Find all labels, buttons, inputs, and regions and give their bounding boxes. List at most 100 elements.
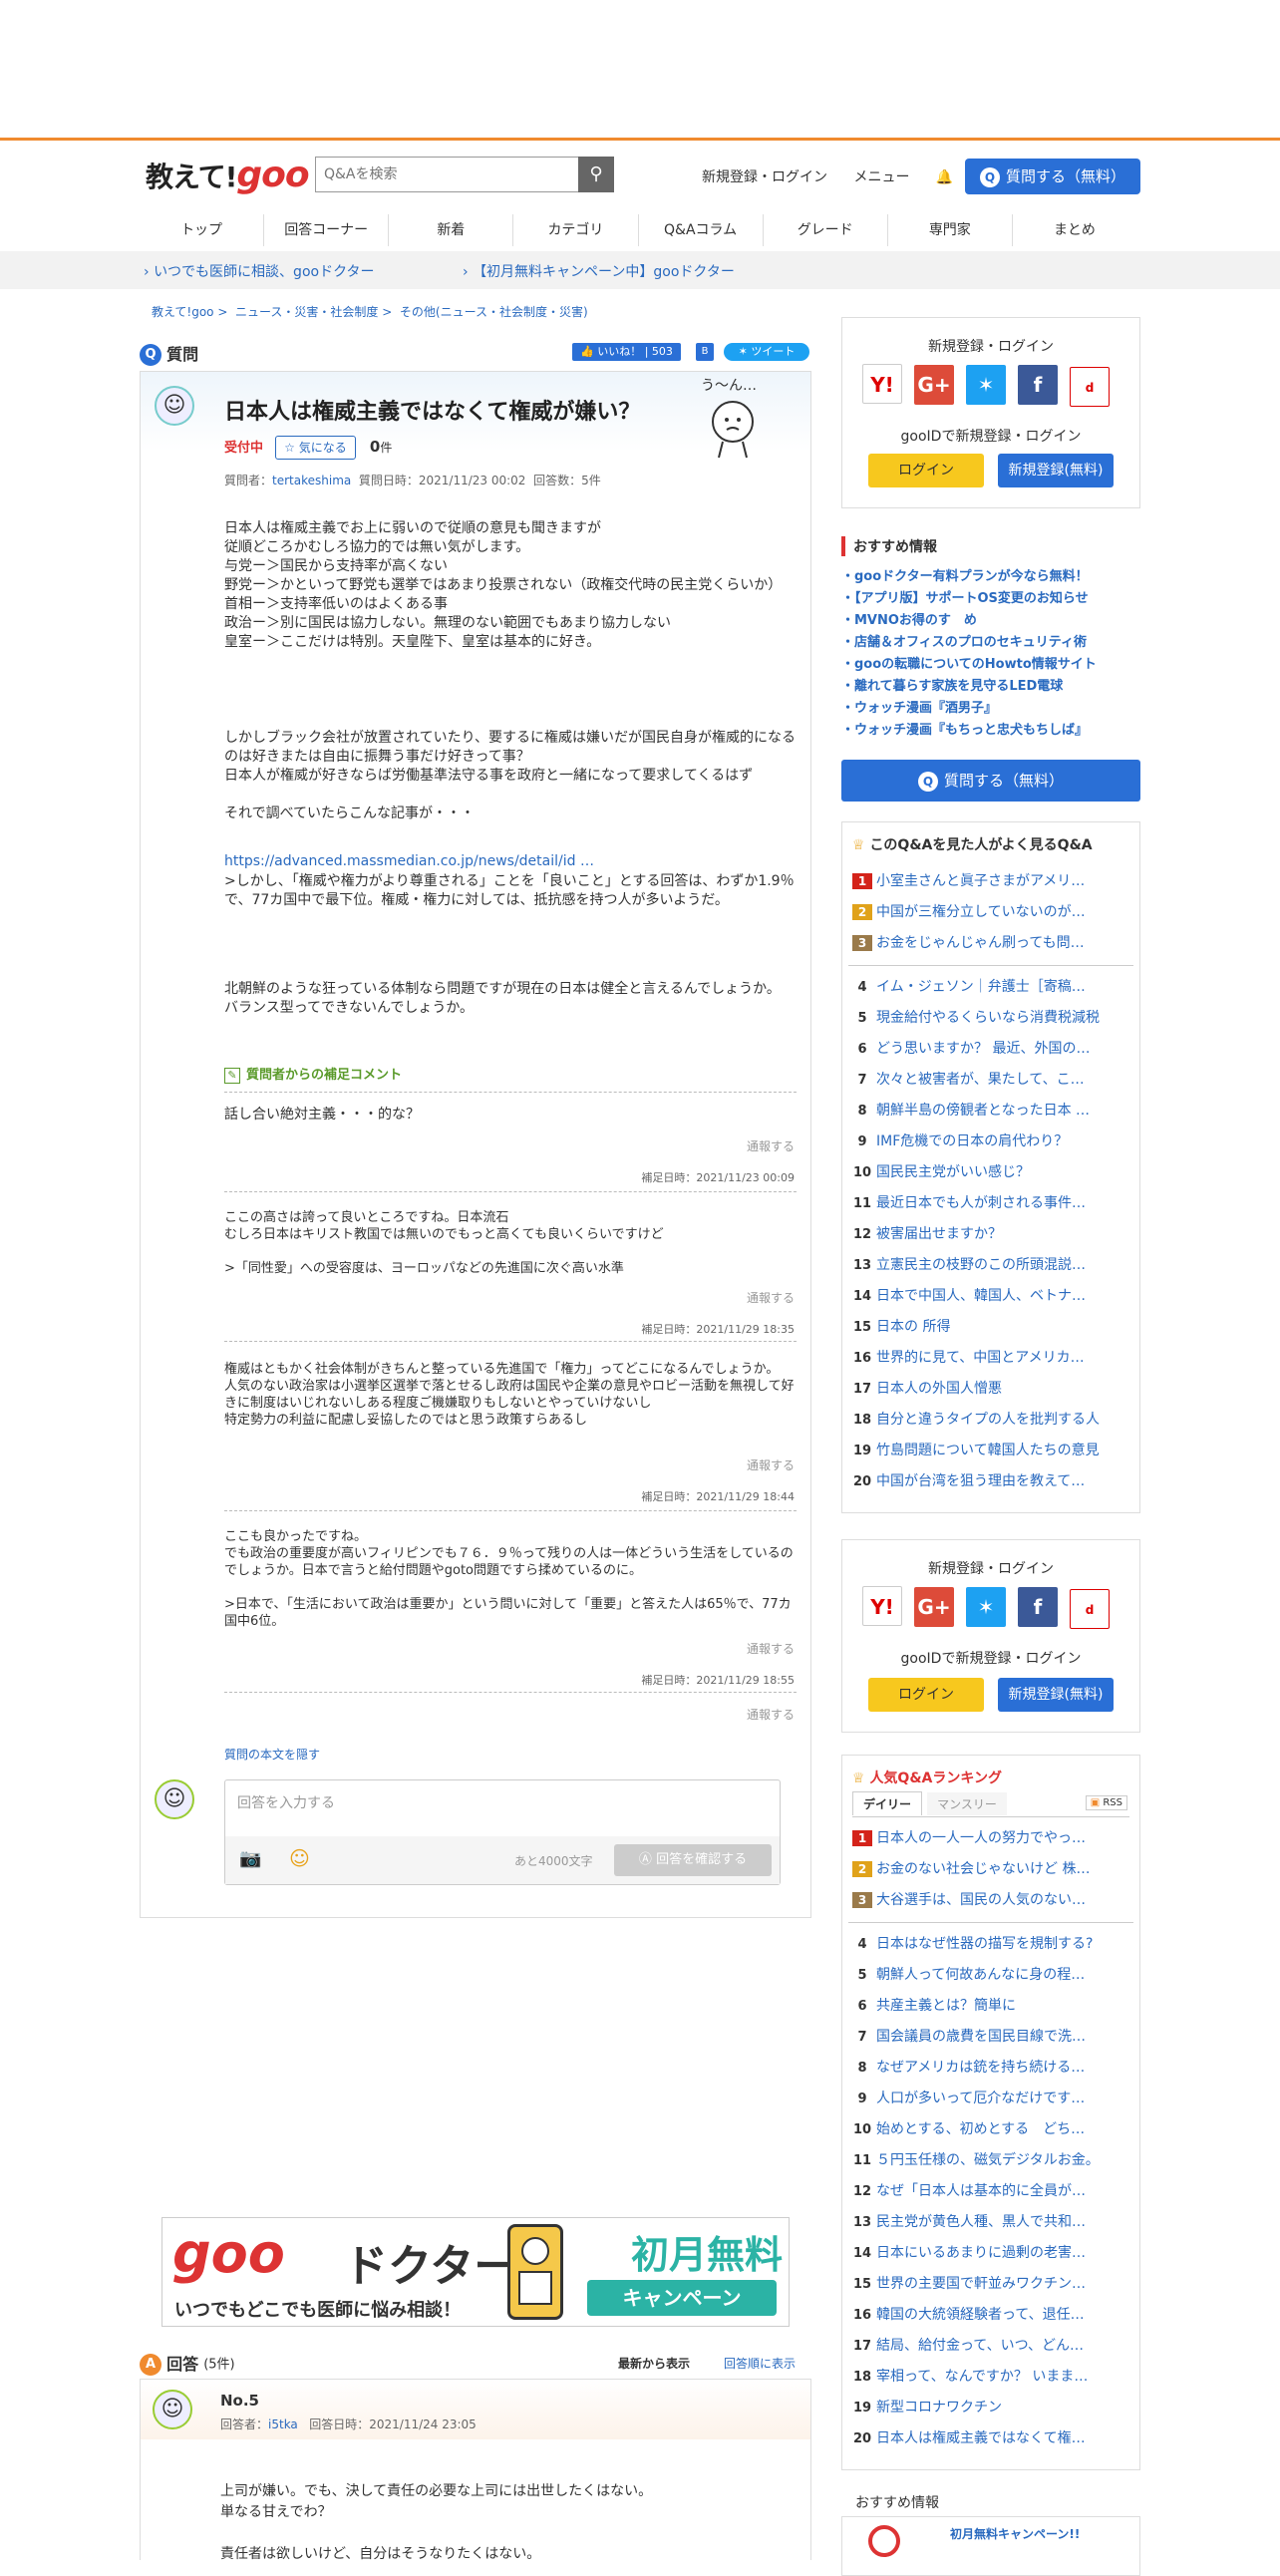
rank-item[interactable]: 14 日本で中国人、韓国人、ベトナ… <box>848 1281 1133 1312</box>
report-link[interactable]: 通報する <box>747 1640 795 1657</box>
rank-item[interactable]: 5 現金給付やるくらいなら消費税減税 <box>848 1003 1133 1034</box>
avatar[interactable]: ☺ <box>153 2390 192 2429</box>
rank-item[interactable]: 1 日本人の一人一人の努力でやっ… <box>848 1823 1133 1854</box>
sidebar-ask-button[interactable]: Q 質問する（無料） <box>841 760 1140 802</box>
answerer-link[interactable]: i5tka <box>268 2417 298 2431</box>
rank-item[interactable]: 9 人口が多いって厄介なだけです… <box>848 2084 1133 2114</box>
rank-item[interactable]: 2 中国が三権分立していないのが… <box>848 897 1133 928</box>
avatar[interactable]: ☺ <box>155 386 194 426</box>
rank-item[interactable]: 6 共産主義とは？簡単に <box>848 1991 1133 2022</box>
question-link[interactable]: https://advanced.massmedian.co.jp/news/d… <box>224 852 797 871</box>
register-button[interactable]: 新規登録(無料) <box>998 454 1114 487</box>
rank-item[interactable]: 19 竹島問題について韓国人たちの意見 <box>848 1436 1133 1466</box>
recommend-item[interactable]: ・店舗＆オフィスのプロのセキュリティ術 <box>841 632 1140 654</box>
rank-item[interactable]: 4 イム・ジェソン｜弁護士［寄稿… <box>848 972 1133 1003</box>
rank-item[interactable]: 11 ５円玉任様の、磁気デジタルお金。 <box>848 2145 1133 2176</box>
site-logo[interactable]: 教えて!goo <box>146 155 310 195</box>
rank-item[interactable]: 10 始めとする、初めとする どち… <box>848 2114 1133 2145</box>
recommend-item[interactable]: ・ウォッチ漫画『酒男子』 <box>841 698 1140 720</box>
recommend-item[interactable]: ・【アプリ版】サポートOS変更のお知らせ <box>841 588 1140 610</box>
twitter-icon[interactable]: ✶ <box>966 1587 1006 1627</box>
rank-item[interactable]: 13 民主党が黄色人種、黒人で共和… <box>848 2207 1133 2238</box>
report-link[interactable]: 通報する <box>747 1137 795 1154</box>
hide-body-link[interactable]: 質問の本文を隠す <box>224 1746 320 1763</box>
menu-link[interactable]: メニュー <box>853 169 909 185</box>
nav-column[interactable]: Q&Aコラム <box>639 214 764 246</box>
rank-item[interactable]: 6 どう思いますか？ 最近、外国の… <box>848 1034 1133 1065</box>
camera-icon[interactable]: 📷 <box>239 1848 261 1869</box>
answer-input[interactable]: 回答を入力する <box>237 1792 335 1812</box>
rank-item[interactable]: 4 日本はなぜ性器の描写を規制する? <box>848 1929 1133 1960</box>
bell-icon[interactable]: 🔔 <box>936 169 953 185</box>
rank-item[interactable]: 2 お金のない社会じゃないけど 株… <box>848 1854 1133 1885</box>
rank-item[interactable]: 8 なぜアメリカは銃を持ち続ける… <box>848 2053 1133 2084</box>
facebook-icon[interactable]: f <box>1018 1587 1058 1627</box>
confirm-answer-button[interactable]: Ⓐ 回答を確認する <box>614 1844 772 1876</box>
rank-item[interactable]: 12 なぜ「日本人は基本的に全員が… <box>848 2176 1133 2207</box>
rss-button[interactable]: ▣ RSS <box>1085 1795 1127 1810</box>
promo-link-right[interactable]: › 【初月無料キャンペーン中】gooドクター <box>463 261 735 281</box>
promo-link-left[interactable]: › いつでも医師に相談、gooドクター <box>144 261 375 281</box>
breadcrumb-item[interactable]: 教えて!goo <box>152 305 214 319</box>
rank-item[interactable]: 10 国民民主党がいい感じ？ <box>848 1157 1133 1188</box>
breadcrumb-item[interactable]: その他(ニュース・社会制度・災害) <box>400 305 588 319</box>
bookmark-icon[interactable]: B <box>696 343 714 361</box>
rank-item[interactable]: 13 立憲民主の枝野のこの所頭混説… <box>848 1250 1133 1281</box>
rank-item[interactable]: 3 お金をじゃんじゃん刷っても問… <box>848 928 1133 966</box>
watch-button[interactable]: ☆ 気になる <box>275 436 356 460</box>
emoji-icon[interactable]: ☺ <box>289 1846 310 1870</box>
rank-item[interactable]: 7 次々と被害者が、果たして、こ… <box>848 1065 1133 1096</box>
rank-item[interactable]: 19 新型コロナワクチン <box>848 2393 1133 2423</box>
tweet-button[interactable]: ✶ ツイート <box>724 343 809 361</box>
asker-link[interactable]: tertakeshima <box>272 474 351 487</box>
google-icon[interactable]: G+ <box>914 365 954 405</box>
nav-top[interactable]: トップ <box>140 214 265 246</box>
goo-doctor-banner[interactable]: goo ドクター いつでもどこでも医師に悩み相談！ 初月無料 キャンペーン <box>161 2217 790 2327</box>
rank-item[interactable]: 11 最近日本でも人が刺される事件… <box>848 1188 1133 1219</box>
yahoo-icon[interactable]: Y! <box>862 1586 902 1626</box>
twitter-icon[interactable]: ✶ <box>966 365 1006 405</box>
ask-question-button[interactable]: Q 質問する（無料） <box>965 159 1140 194</box>
docomo-icon[interactable]: d <box>1070 367 1110 407</box>
recommend-item[interactable]: ・離れて暮らす家族を見守るLED電球 <box>841 676 1140 698</box>
tab-monthly[interactable]: マンスリー <box>927 1792 1007 1815</box>
login-button[interactable]: ログイン <box>868 1678 984 1712</box>
nav-new[interactable]: 新着 <box>389 214 514 246</box>
rank-item[interactable]: 16 韓国の大統領経験者って、退任… <box>848 2300 1133 2331</box>
facebook-icon[interactable]: f <box>1018 365 1058 405</box>
rank-item[interactable]: 9 IMF危機での日本の肩代わり？ <box>848 1127 1133 1157</box>
search-input[interactable] <box>316 158 575 191</box>
login-link[interactable]: 新規登録・ログイン <box>702 169 827 185</box>
rank-item[interactable]: 15 日本の 所得 <box>848 1312 1133 1343</box>
nav-answer-corner[interactable]: 回答コーナー <box>264 214 390 246</box>
rank-item[interactable]: 3 大谷選手は、国民の人気のない… <box>848 1885 1133 1923</box>
rank-item[interactable]: 1 小室圭さんと眞子さまがアメリ… <box>848 866 1133 897</box>
rank-item[interactable]: 14 日本にいるあまりに過剰の老害… <box>848 2238 1133 2269</box>
breadcrumb-item[interactable]: ニュース・災害・社会制度 <box>235 305 378 319</box>
rank-item[interactable]: 8 朝鮮半島の傍観者となった日本 … <box>848 1096 1133 1127</box>
rank-item[interactable]: 5 朝鮮人って何故あんなに身の程… <box>848 1960 1133 1991</box>
recommend-item[interactable]: ・gooの転職についてのHowto情報サイト <box>841 654 1140 676</box>
rank-item[interactable]: 18 自分と違うタイプの人を批判する人 <box>848 1405 1133 1436</box>
rank-item[interactable]: 16 世界的に見て、中国とアメリカ… <box>848 1343 1133 1374</box>
yahoo-icon[interactable]: Y! <box>862 364 902 404</box>
recommend-item[interactable]: ・ウォッチ漫画『もちっと忠犬もちしば』 <box>841 720 1140 742</box>
rank-item[interactable]: 12 被害届出せますか？ <box>848 1219 1133 1250</box>
login-button[interactable]: ログイン <box>868 454 984 487</box>
rank-item[interactable]: 17 日本人の外国人憎悪 <box>848 1374 1133 1405</box>
rank-item[interactable]: 20 日本人は権威主義ではなくて権… <box>848 2423 1133 2454</box>
docomo-icon[interactable]: d <box>1070 1589 1110 1629</box>
rank-item[interactable]: 17 結局、給付金って、いつ、どん… <box>848 2331 1133 2362</box>
nav-expert[interactable]: 専門家 <box>888 214 1013 246</box>
sort-newest[interactable]: 最新から表示 <box>618 2355 690 2372</box>
report-link[interactable]: 通報する <box>747 1289 795 1306</box>
report-link[interactable]: 通報する <box>747 1456 795 1473</box>
recommend-item[interactable]: ・gooドクター有料プランが今なら無料！ <box>841 566 1140 588</box>
recommend-card[interactable]: 初月無料キャンペーン!! <box>841 2516 1140 2576</box>
nav-summary[interactable]: まとめ <box>1013 214 1136 246</box>
nav-category[interactable]: カテゴリ <box>513 214 639 246</box>
register-button[interactable]: 新規登録(無料) <box>998 1678 1114 1712</box>
recommend-item[interactable]: ・MVNOお得のす め <box>841 610 1140 632</box>
report-link[interactable]: 通報する <box>747 1706 795 1723</box>
like-button[interactable]: 👍 いいね！ | 503 <box>572 343 681 361</box>
